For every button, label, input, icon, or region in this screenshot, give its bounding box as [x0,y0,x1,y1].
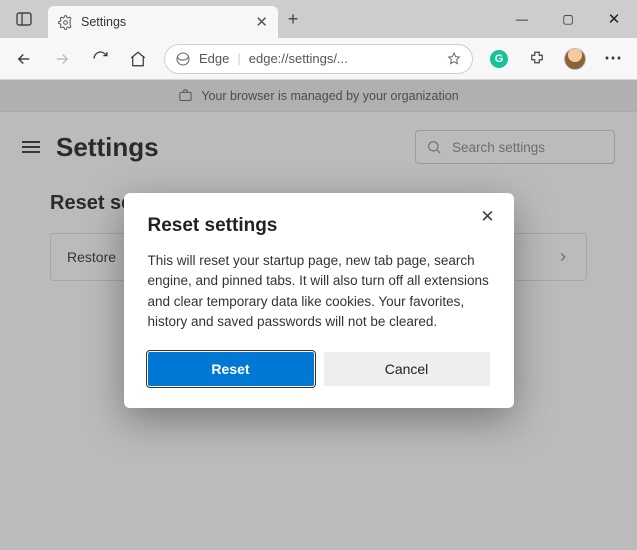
address-separator: | [237,51,240,66]
browser-tab[interactable]: Settings ✕ [48,6,278,38]
forward-button[interactable] [44,41,80,77]
page-title: Settings [56,132,159,163]
maximize-button[interactable]: ▢ [545,0,591,38]
window-controls: — ▢ ✕ [499,0,637,38]
more-menu-button[interactable]: ⋯ [595,41,631,77]
tab-close-button[interactable]: ✕ [253,13,270,31]
back-button[interactable] [6,41,42,77]
briefcase-icon [178,88,193,103]
favorite-icon[interactable] [446,51,462,67]
search-icon [426,139,442,155]
tab-title: Settings [81,15,126,29]
extension-icon [528,50,546,68]
address-bar[interactable]: Edge | edge://settings/... [164,44,473,74]
dialog-body: This will reset your startup page, new t… [148,251,490,332]
search-placeholder: Search settings [452,140,545,155]
dialog-button-row: Reset Cancel [148,352,490,386]
grammarly-icon: G [490,50,508,68]
profile-button[interactable] [557,41,593,77]
browser-toolbar: Edge | edge://settings/... G ⋯ [0,38,637,80]
address-url: edge://settings/... [249,51,438,66]
reset-button[interactable]: Reset [148,352,314,386]
dialog-title: Reset settings [148,215,490,237]
settings-header: Settings Search settings [22,130,615,164]
extensions-button[interactable] [519,41,555,77]
address-label: Edge [199,51,229,66]
edge-logo-icon [175,51,191,67]
cancel-button[interactable]: Cancel [324,352,490,386]
chevron-right-icon [556,250,570,264]
gear-icon [58,15,73,30]
window-titlebar: Settings ✕ + — ▢ ✕ [0,0,637,38]
minimize-button[interactable]: — [499,0,545,38]
new-tab-button[interactable]: + [278,0,308,38]
search-settings-input[interactable]: Search settings [415,130,615,164]
home-button[interactable] [120,41,156,77]
menu-button[interactable] [22,141,42,153]
card-label: Restore [67,249,116,265]
close-window-button[interactable]: ✕ [591,0,637,38]
grammarly-extension-button[interactable]: G [481,41,517,77]
managed-message: Your browser is managed by your organiza… [201,89,458,103]
managed-info-bar: Your browser is managed by your organiza… [0,80,637,112]
avatar [564,48,586,70]
refresh-button[interactable] [82,41,118,77]
reset-settings-dialog: ✕ Reset settings This will reset your st… [124,193,514,408]
dialog-close-button[interactable]: ✕ [476,205,500,229]
tab-actions-button[interactable] [0,0,48,38]
